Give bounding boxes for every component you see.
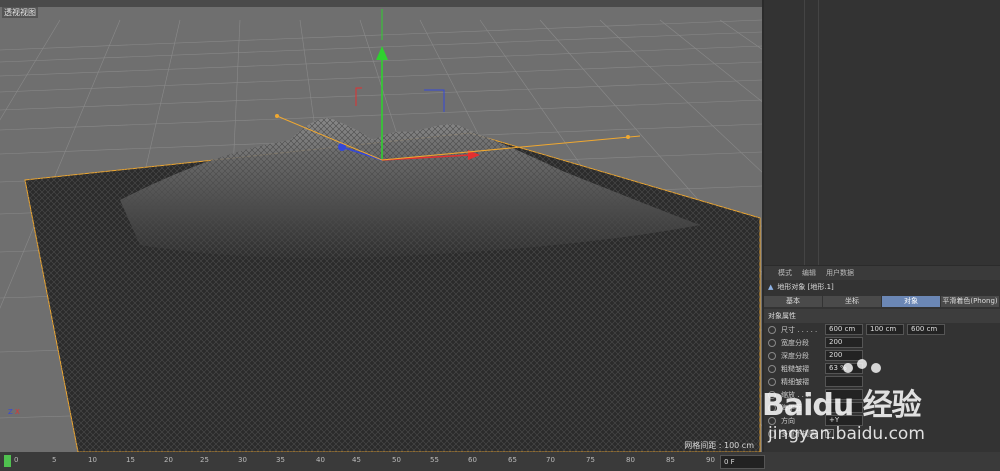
param-width-segments: 宽度分段 200 [764, 336, 1000, 349]
tick-label: 60 [468, 456, 477, 464]
width-segments-field[interactable]: 200 [825, 337, 863, 348]
tick-label: 90 [706, 456, 715, 464]
tab-object[interactable]: 对象 [882, 296, 941, 307]
grid-spacing: 网格间距 : 100 cm [684, 441, 754, 450]
size-x-field[interactable]: 600 cm [825, 324, 863, 335]
tick-label: 30 [238, 456, 247, 464]
menu-edit[interactable]: 编辑 [802, 268, 816, 278]
column-divider [804, 0, 805, 265]
tick-label: 45 [352, 456, 361, 464]
attribute-menu: 模式 编辑 用户数据 [764, 266, 1000, 280]
param-radio[interactable] [768, 338, 776, 347]
corner-markers [355, 87, 445, 112]
tick-label: 15 [126, 456, 135, 464]
size-z-field[interactable]: 600 cm [907, 324, 945, 335]
size-y-field[interactable]: 100 cm [866, 324, 904, 335]
object-title: 地形对象 [地形.1] [777, 283, 834, 291]
viewport-label[interactable]: 透视视图 [2, 7, 38, 18]
watermark-url: jingyan.baidu.com [768, 424, 925, 444]
attribute-tabs: 基本 坐标 对象 平滑着色(Phong) [764, 296, 1000, 307]
viewport-canvas[interactable] [0, 0, 762, 452]
tick-label: 65 [508, 456, 517, 464]
tick-label: 5 [52, 456, 57, 464]
tick-label: 75 [586, 456, 595, 464]
param-radio[interactable] [768, 325, 776, 334]
attribute-title: ▲ 地形对象 [地形.1] [764, 280, 1000, 294]
3d-viewport[interactable]: 透视视图 Z X 网格间距 : 100 cm [0, 0, 762, 452]
menu-userdata[interactable]: 用户数据 [826, 268, 854, 278]
current-frame-field[interactable]: 0 F [720, 455, 765, 469]
tick-label: 35 [276, 456, 285, 464]
watermark-brand: Baidu 经验 [762, 388, 922, 423]
baidu-watermark: Baidu 经验 jingyan.baidu.com [756, 358, 996, 448]
tick-label: 70 [546, 456, 555, 464]
landscape-icon: ▲ [768, 283, 774, 291]
tick-label: 20 [164, 456, 173, 464]
param-size: 尺寸 . . . . . 600 cm 100 cm 600 cm [764, 323, 1000, 336]
menu-mode[interactable]: 模式 [778, 268, 792, 278]
section-object-properties: 对象属性 [764, 309, 1000, 323]
column-divider [818, 0, 819, 265]
tab-basic[interactable]: 基本 [764, 296, 823, 307]
tab-phong[interactable]: 平滑着色(Phong) [941, 296, 1000, 307]
tick-label: 0 [14, 456, 19, 464]
tick-label: 80 [626, 456, 635, 464]
tick-label: 40 [316, 456, 325, 464]
tick-label: 55 [430, 456, 439, 464]
tick-label: 85 [666, 456, 675, 464]
tick-label: 10 [88, 456, 97, 464]
axis-indicator: Z X [8, 408, 20, 416]
object-manager[interactable] [764, 0, 1000, 265]
timeline-playhead[interactable] [4, 455, 11, 467]
tick-label: 25 [200, 456, 209, 464]
param-label: 宽度分段 [781, 338, 809, 347]
param-label: 尺寸 . . . . . [781, 325, 818, 334]
timeline[interactable]: 0 5 10 15 20 25 30 35 40 45 50 55 60 65 … [0, 452, 1000, 471]
tab-coord[interactable]: 坐标 [823, 296, 882, 307]
tick-label: 50 [392, 456, 401, 464]
